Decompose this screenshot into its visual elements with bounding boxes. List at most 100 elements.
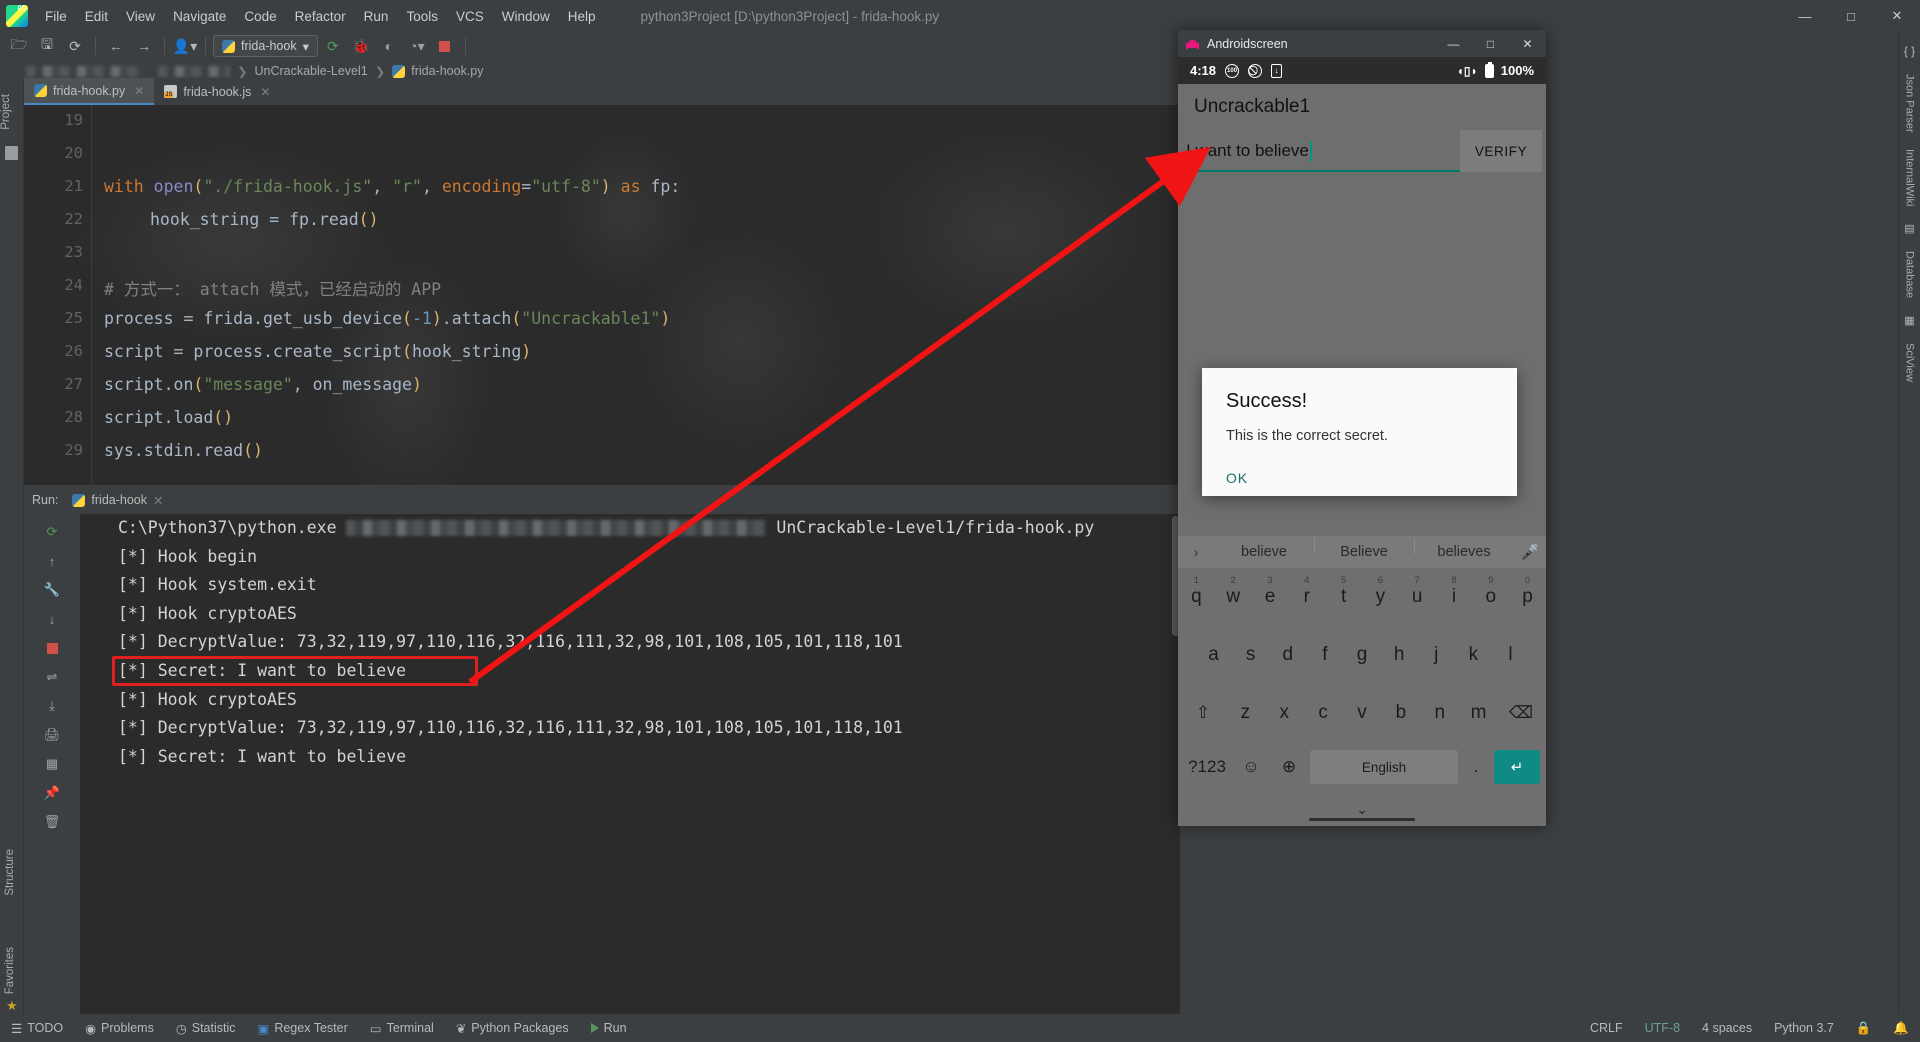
key-u[interactable]: 7u [1399,575,1436,608]
key-r[interactable]: 4r [1288,575,1325,608]
code-line[interactable]: process = frida.get_usb_device(-1).attac… [104,309,670,328]
symbols-key[interactable]: ?123 [1184,757,1230,777]
code-line[interactable]: with open("./frida-hook.js", "r", encodi… [104,177,680,196]
status-run[interactable]: Run [580,1021,638,1035]
lock-icon[interactable]: 🔒 [1845,1021,1883,1036]
key-y[interactable]: 6y [1362,575,1399,608]
chevron-down-icon[interactable]: ⌄ [1356,801,1368,818]
coverage-icon[interactable]: ◐ [376,35,402,57]
mic-icon[interactable]: 🎤 [1514,543,1546,561]
forward-icon[interactable]: → [131,35,157,57]
menu-run[interactable]: Run [355,6,398,27]
status-line-separator[interactable]: CRLF [1579,1021,1634,1035]
expand-suggestions-icon[interactable]: › [1178,544,1214,560]
status-statistic[interactable]: ◷ Statistic [165,1021,247,1036]
tab-frida-hook-py[interactable]: frida-hook.py ✕ [24,78,155,105]
key-k[interactable]: k [1455,644,1492,666]
code-line[interactable]: script.load() [104,408,233,427]
sidebar-item-favorites[interactable]: Favorites [4,941,16,1000]
menu-tools[interactable]: Tools [397,6,447,27]
scroll-up-icon[interactable]: ↑ [41,551,63,571]
menu-navigate[interactable]: Navigate [164,6,235,27]
status-encoding[interactable]: UTF-8 [1634,1021,1691,1035]
status-python-packages[interactable]: ❦ Python Packages [445,1021,580,1036]
status-problems[interactable]: ◉ Problems [74,1021,165,1036]
close-button[interactable]: ✕ [1874,0,1920,32]
menu-vcs[interactable]: VCS [447,6,493,27]
code-line[interactable]: script.on("message", on_message) [104,375,422,394]
key-g[interactable]: g [1343,644,1380,666]
wrench-icon[interactable]: 🔧 [41,580,63,600]
menu-view[interactable]: View [117,6,164,27]
tab-frida-hook-js[interactable]: frida-hook.js ✕ [154,78,280,105]
status-interpreter[interactable]: Python 3.7 [1763,1021,1845,1035]
shift-key[interactable]: ⇧ [1180,703,1226,723]
key-i[interactable]: 8i [1436,575,1473,608]
period-key[interactable]: . [1462,757,1490,777]
sidebar-item-database[interactable]: Database [1904,251,1916,298]
project-files-icon[interactable] [5,145,18,160]
key-e[interactable]: 3e [1252,575,1289,608]
maximize-button[interactable]: □ [1828,0,1874,32]
stop-icon[interactable] [432,35,458,57]
menu-file[interactable]: File [36,6,76,27]
key-b[interactable]: b [1381,702,1420,724]
key-c[interactable]: c [1304,702,1343,724]
stop-icon[interactable] [41,638,63,658]
minimize-button[interactable]: — [1782,0,1828,32]
key-z[interactable]: z [1226,702,1265,724]
key-s[interactable]: s [1232,644,1269,666]
breadcrumb-project[interactable]: UnCrackable-Level1 [254,64,367,78]
key-n[interactable]: n [1420,702,1459,724]
dialog-ok-button[interactable]: OK [1226,470,1493,486]
open-folder-icon[interactable]: 🗁 [6,35,32,57]
spacebar-key[interactable]: English [1310,750,1458,784]
sidebar-item-structure[interactable]: Structure [4,843,16,902]
scroll-down-icon[interactable]: ↓ [41,609,63,629]
run-tab-close-icon[interactable]: ✕ [153,493,163,508]
key-q[interactable]: 1q [1178,575,1215,608]
key-d[interactable]: d [1269,644,1306,666]
status-todo[interactable]: ☰ TODO [0,1021,74,1036]
key-j[interactable]: j [1418,644,1455,666]
android-close-button[interactable]: ✕ [1509,30,1546,57]
run-session-tab[interactable]: frida-hook ✕ [66,493,169,508]
key-l[interactable]: l [1492,644,1529,666]
backspace-key[interactable]: ⌫ [1498,703,1544,723]
sidebar-item-sciview[interactable]: SciView [1904,343,1916,382]
key-m[interactable]: m [1459,702,1498,724]
status-indent[interactable]: 4 spaces [1691,1021,1763,1035]
code-line[interactable]: # 方式一： attach 模式，已经启动的 APP [104,276,441,300]
key-v[interactable]: v [1343,702,1382,724]
suggestion-3[interactable]: believes [1414,538,1514,560]
profile-selector-icon[interactable]: 👤▾ [172,35,198,57]
menu-code[interactable]: Code [235,6,285,27]
menu-help[interactable]: Help [559,6,605,27]
status-regex-tester[interactable]: ▣ Regex Tester [247,1021,359,1036]
secret-input-field[interactable]: I want to believe [1182,130,1460,172]
run-configuration-selector[interactable]: frida-hook ▾ [213,35,318,57]
code-line[interactable]: sys.stdin.read() [104,441,263,460]
pin-icon[interactable]: 📌 [41,783,63,803]
key-h[interactable]: h [1381,644,1418,666]
soft-wrap-icon[interactable]: ⇌ [41,667,63,687]
enter-key[interactable]: ↵ [1494,750,1540,784]
profile-run-icon[interactable]: ◔▾ [404,35,430,57]
sidebar-item-json-parser[interactable]: Json Parser [1904,74,1916,133]
key-w[interactable]: 2w [1215,575,1252,608]
rerun-icon[interactable]: ⟳ [320,35,346,57]
layout-icon[interactable]: ▦ [41,754,63,774]
menu-window[interactable]: Window [493,6,559,27]
key-t[interactable]: 5t [1325,575,1362,608]
code-editor[interactable]: 19 20 21 22 23 24 25 26 27 28 29 with open("./frid… [24,105,1180,485]
menu-refactor[interactable]: Refactor [286,6,355,27]
sync-icon[interactable]: ⟳ [62,35,88,57]
trash-icon[interactable]: 🗑 [41,812,63,832]
code-line[interactable]: script = process.create_script(hook_stri… [104,342,531,361]
tab-close-icon[interactable]: ✕ [260,85,270,99]
bell-icon[interactable]: 🔔 [1882,1021,1920,1036]
android-minimize-button[interactable]: — [1435,30,1472,57]
sidebar-item-internalwiki[interactable]: InternalWiki [1904,149,1916,206]
android-maximize-button[interactable]: □ [1472,30,1509,57]
suggestion-2[interactable]: Believe [1314,538,1414,560]
